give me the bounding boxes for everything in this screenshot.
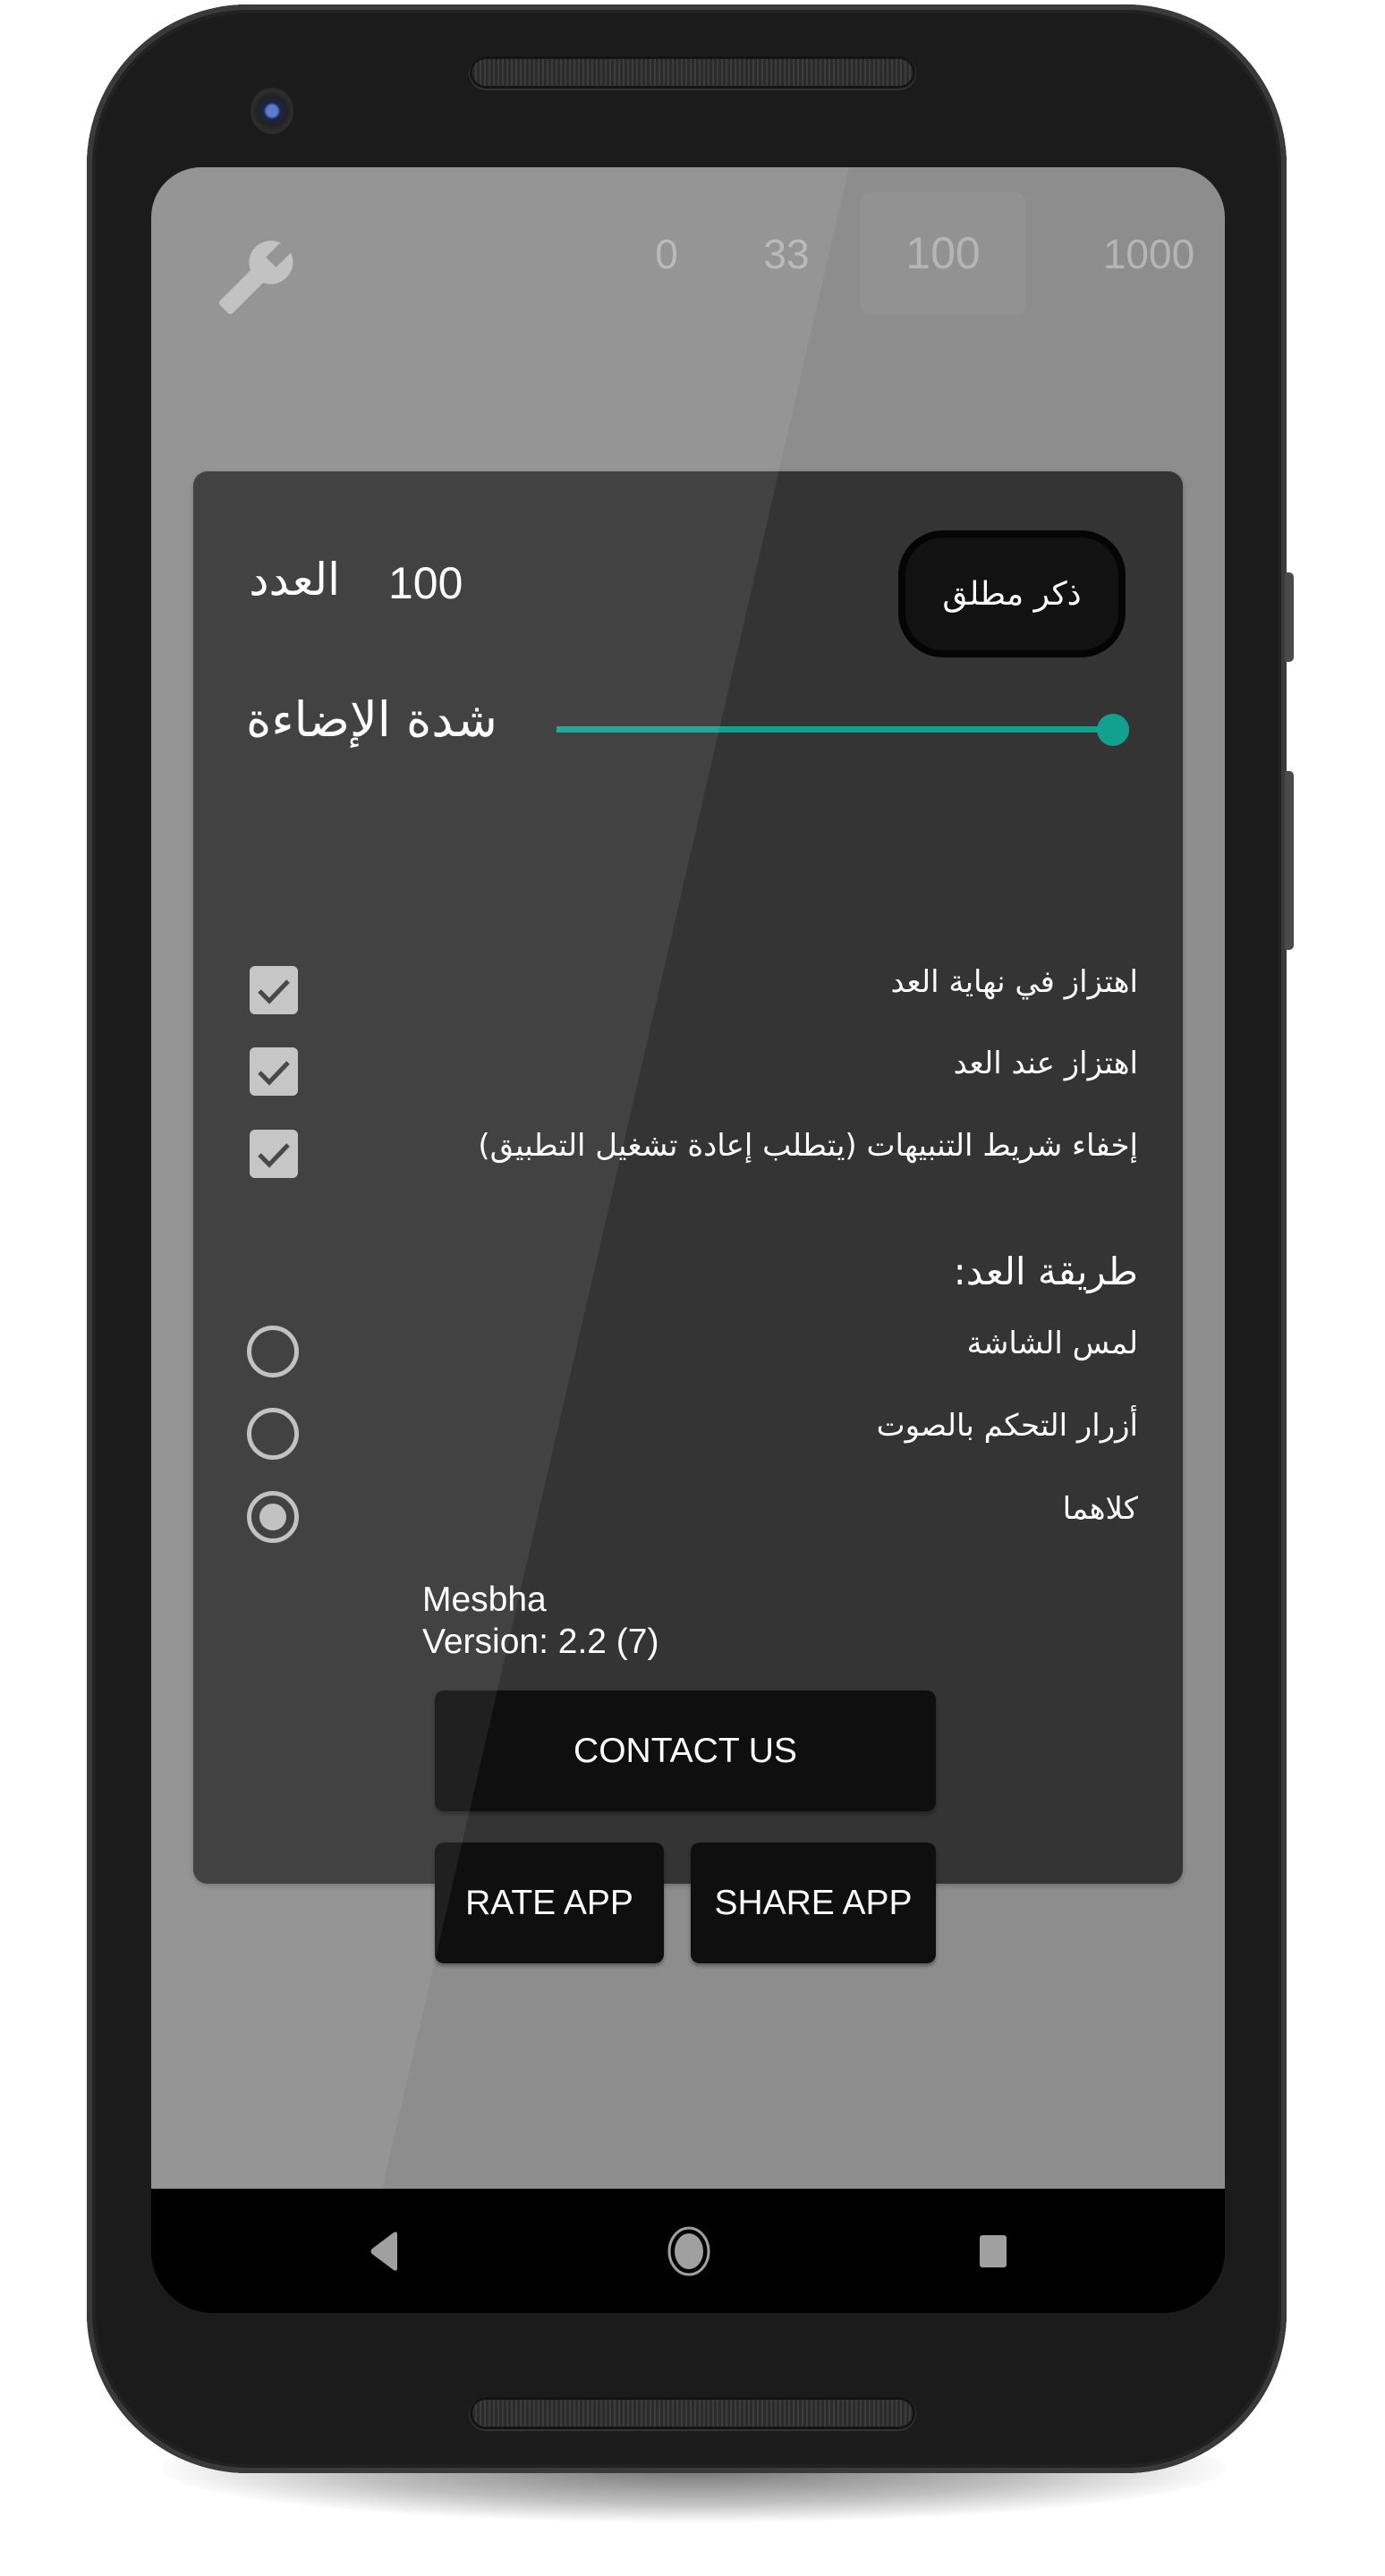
brightness-slider[interactable] <box>557 702 1129 756</box>
slider-thumb[interactable] <box>1097 714 1129 746</box>
brightness-label: شدة الإضاءة <box>246 691 497 748</box>
back-triangle-icon[interactable] <box>365 2224 419 2278</box>
radio-dot <box>259 1504 286 1530</box>
earpiece-speaker <box>472 59 913 86</box>
checkbox-checked-icon[interactable] <box>250 966 298 1014</box>
checkbox-label: اهتزاز عند العد <box>953 1046 1138 1081</box>
checkbox-checked-icon[interactable] <box>250 1047 298 1096</box>
radio-label: لمس الشاشة <box>966 1326 1138 1361</box>
app-background: 0 33 100 1000 العدد 100 ذكر مطلق شدة الإ… <box>151 167 1225 2189</box>
checkbox-row-hide-statusbar[interactable]: إخفاء شريط التنبيهات (يتطلب إعادة تشغيل … <box>193 1123 1183 1185</box>
front-camera-icon <box>251 88 293 134</box>
radio-unselected-icon[interactable] <box>247 1326 299 1377</box>
radio-label: كلاهما <box>1062 1491 1138 1527</box>
radio-label: أزرار التحكم بالصوت <box>876 1408 1138 1444</box>
app-version: Version: 2.2 (7) <box>422 1623 659 1661</box>
checkbox-checked-icon[interactable] <box>250 1130 298 1178</box>
share-app-button[interactable]: SHARE APP <box>691 1843 936 1963</box>
wrench-icon[interactable] <box>216 237 296 318</box>
free-zikr-button[interactable]: ذكر مطلق <box>898 530 1126 657</box>
count-option-0[interactable]: 0 <box>640 223 693 285</box>
app-name: Mesbha <box>422 1580 547 1619</box>
count-option-33[interactable]: 33 <box>751 223 822 285</box>
rate-app-button[interactable]: RATE APP <box>435 1843 664 1963</box>
checkbox-row-vibrate-end[interactable]: اهتزاز في نهاية العد <box>193 959 1183 1021</box>
radio-row-both[interactable]: كلاهما <box>193 1486 1183 1548</box>
settings-dialog: العدد 100 ذكر مطلق شدة الإضاءة اهتزاز في… <box>193 471 1183 1963</box>
contact-us-button[interactable]: CONTACT US <box>435 1690 936 1811</box>
count-value: 100 <box>388 558 463 608</box>
count-label: العدد <box>249 554 340 606</box>
phone-screen: 0 33 100 1000 العدد 100 ذكر مطلق شدة الإ… <box>151 167 1225 2313</box>
slider-track-fill <box>557 726 1113 733</box>
counting-method-title: طريقة العد: <box>953 1250 1138 1293</box>
checkbox-label: إخفاء شريط التنبيهات (يتطلب إعادة تشغيل … <box>478 1128 1138 1164</box>
checkbox-label: اهتزاز في نهاية العد <box>890 964 1138 1000</box>
home-circle-icon[interactable] <box>662 2214 716 2289</box>
power-button <box>1285 572 1294 662</box>
radio-selected-icon[interactable] <box>247 1491 299 1543</box>
count-option-1000[interactable]: 1000 <box>1091 223 1207 285</box>
radio-row-touch-screen[interactable]: لمس الشاشة <box>193 1320 1183 1383</box>
recents-square-icon[interactable] <box>967 2224 1021 2278</box>
checkbox-row-vibrate-count[interactable]: اهتزاز عند العد <box>193 1040 1183 1103</box>
volume-button <box>1285 771 1294 950</box>
radio-row-volume-buttons[interactable]: أزرار التحكم بالصوت <box>193 1402 1183 1465</box>
navigation-bar <box>151 2189 1225 2313</box>
bottom-speaker <box>472 2400 913 2427</box>
radio-unselected-icon[interactable] <box>247 1408 299 1460</box>
count-option-100-selected[interactable]: 100 <box>861 192 1025 315</box>
